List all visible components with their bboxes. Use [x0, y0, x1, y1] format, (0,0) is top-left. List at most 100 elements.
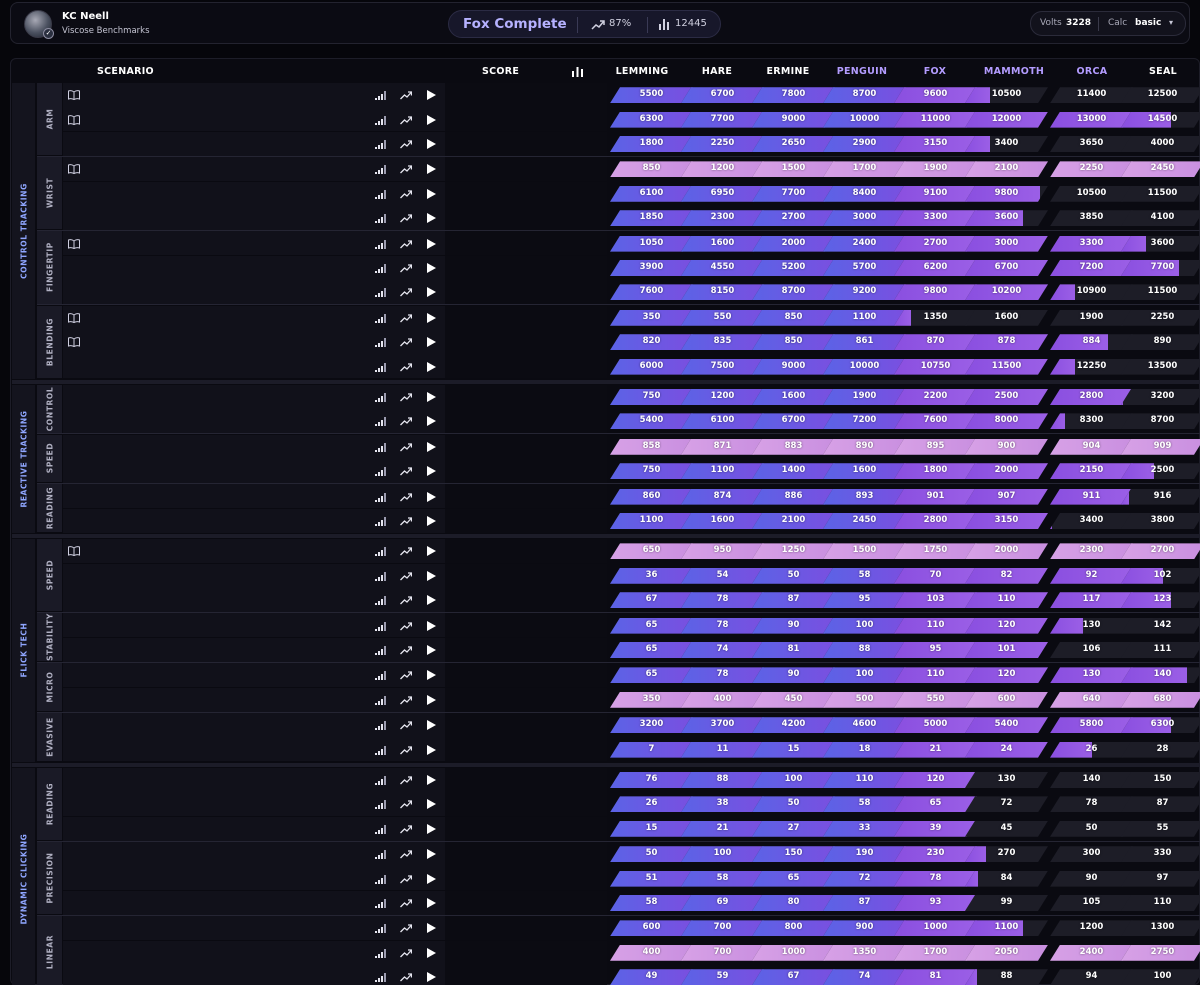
play-scenario-icon[interactable]	[427, 744, 436, 755]
guide-book-icon[interactable]	[68, 164, 80, 175]
play-scenario-icon[interactable]	[427, 546, 436, 557]
guide-book-icon[interactable]	[68, 312, 80, 323]
table-row[interactable]	[63, 354, 445, 379]
difficulty-signal-icon[interactable]	[375, 874, 386, 884]
chevron-down-icon[interactable]: ▾	[1169, 18, 1173, 27]
difficulty-signal-icon[interactable]	[375, 850, 386, 860]
guide-book-icon[interactable]	[68, 337, 80, 348]
difficulty-signal-icon[interactable]	[375, 596, 386, 606]
play-scenario-icon[interactable]	[427, 416, 436, 427]
progress-trend-icon[interactable]	[400, 775, 412, 785]
progress-trend-icon[interactable]	[400, 213, 412, 223]
progress-trend-icon[interactable]	[400, 337, 412, 347]
play-scenario-icon[interactable]	[427, 923, 436, 934]
difficulty-signal-icon[interactable]	[375, 189, 386, 199]
guide-book-icon[interactable]	[68, 90, 80, 101]
table-row[interactable]	[63, 83, 445, 107]
difficulty-signal-icon[interactable]	[375, 165, 386, 175]
play-scenario-icon[interactable]	[427, 441, 436, 452]
play-scenario-icon[interactable]	[427, 645, 436, 655]
difficulty-signal-icon[interactable]	[375, 721, 386, 731]
difficulty-signal-icon[interactable]	[375, 442, 386, 452]
progress-trend-icon[interactable]	[400, 745, 412, 755]
table-row[interactable]	[63, 916, 445, 941]
table-row[interactable]	[63, 663, 445, 688]
play-scenario-icon[interactable]	[427, 670, 436, 681]
progress-trend-icon[interactable]	[400, 546, 412, 556]
table-row[interactable]	[63, 965, 445, 985]
difficulty-signal-icon[interactable]	[375, 492, 386, 502]
plays-column-icon[interactable]	[572, 67, 583, 77]
difficulty-signal-icon[interactable]	[375, 140, 386, 149]
play-scenario-icon[interactable]	[427, 799, 436, 810]
play-scenario-icon[interactable]	[427, 164, 436, 175]
difficulty-signal-icon[interactable]	[375, 467, 386, 477]
table-row[interactable]	[63, 588, 445, 612]
play-scenario-icon[interactable]	[427, 312, 436, 323]
table-row[interactable]	[63, 792, 445, 817]
play-scenario-icon[interactable]	[427, 898, 436, 908]
difficulty-signal-icon[interactable]	[375, 338, 386, 348]
play-scenario-icon[interactable]	[427, 775, 436, 785]
play-scenario-icon[interactable]	[427, 491, 436, 502]
table-row[interactable]	[63, 613, 445, 638]
table-row[interactable]	[63, 539, 445, 564]
progress-trend-icon[interactable]	[400, 115, 412, 125]
play-scenario-icon[interactable]	[427, 873, 436, 884]
table-row[interactable]	[63, 687, 445, 712]
play-scenario-icon[interactable]	[427, 720, 436, 731]
difficulty-signal-icon[interactable]	[375, 695, 386, 705]
progress-trend-icon[interactable]	[400, 263, 412, 273]
difficulty-signal-icon[interactable]	[375, 264, 386, 273]
table-row[interactable]	[63, 280, 445, 305]
difficulty-signal-icon[interactable]	[375, 745, 386, 755]
progress-trend-icon[interactable]	[400, 720, 412, 730]
table-row[interactable]	[63, 940, 445, 965]
table-row[interactable]	[63, 484, 445, 509]
play-scenario-icon[interactable]	[427, 823, 436, 834]
difficulty-signal-icon[interactable]	[375, 671, 386, 681]
play-scenario-icon[interactable]	[427, 694, 436, 705]
difficulty-signal-icon[interactable]	[375, 824, 386, 834]
difficulty-signal-icon[interactable]	[375, 646, 386, 655]
progress-trend-icon[interactable]	[400, 849, 412, 859]
guide-book-icon[interactable]	[68, 114, 80, 125]
table-row[interactable]	[63, 508, 445, 533]
play-scenario-icon[interactable]	[427, 516, 436, 526]
table-row[interactable]	[63, 107, 445, 132]
play-scenario-icon[interactable]	[427, 90, 436, 101]
score-column-header[interactable]: SCORE	[482, 66, 519, 77]
table-row[interactable]	[63, 637, 445, 662]
table-row[interactable]	[63, 181, 445, 206]
table-row[interactable]	[63, 713, 445, 737]
play-scenario-icon[interactable]	[427, 466, 436, 477]
difficulty-signal-icon[interactable]	[375, 924, 386, 934]
progress-trend-icon[interactable]	[400, 416, 412, 426]
table-row[interactable]	[63, 767, 445, 792]
play-scenario-icon[interactable]	[427, 188, 436, 199]
table-row[interactable]	[63, 384, 445, 409]
table-row[interactable]	[63, 131, 445, 156]
difficulty-signal-icon[interactable]	[375, 91, 386, 101]
play-scenario-icon[interactable]	[427, 287, 436, 298]
table-row[interactable]	[63, 206, 445, 230]
table-row[interactable]	[63, 459, 445, 483]
table-row[interactable]	[63, 816, 445, 841]
play-scenario-icon[interactable]	[427, 263, 436, 273]
difficulty-signal-icon[interactable]	[375, 621, 386, 631]
progress-trend-icon[interactable]	[400, 799, 412, 809]
table-row[interactable]	[63, 842, 445, 866]
progress-trend-icon[interactable]	[400, 313, 412, 323]
difficulty-signal-icon[interactable]	[375, 313, 386, 323]
difficulty-signal-icon[interactable]	[375, 393, 386, 402]
play-scenario-icon[interactable]	[427, 114, 436, 125]
play-scenario-icon[interactable]	[427, 620, 436, 631]
progress-trend-icon[interactable]	[400, 466, 412, 476]
difficulty-signal-icon[interactable]	[375, 547, 386, 557]
play-scenario-icon[interactable]	[427, 972, 436, 983]
play-scenario-icon[interactable]	[427, 337, 436, 348]
progress-trend-icon[interactable]	[400, 972, 412, 982]
table-row[interactable]	[63, 434, 445, 459]
progress-trend-icon[interactable]	[400, 874, 412, 884]
progress-trend-icon[interactable]	[400, 90, 412, 100]
